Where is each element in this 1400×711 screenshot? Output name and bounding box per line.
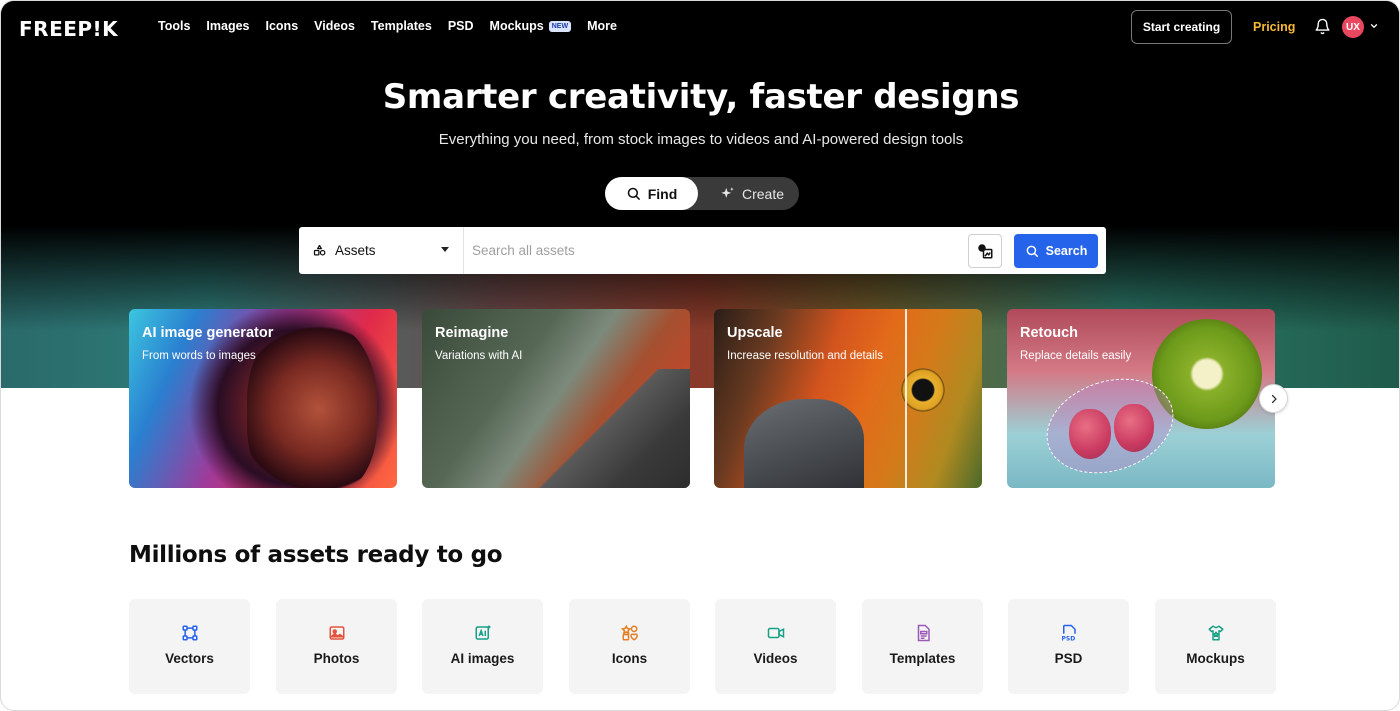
nav-links: Tools Images Icons Videos Templates PSD … bbox=[158, 19, 633, 33]
search-button-label: Search bbox=[1045, 244, 1088, 258]
hero-subtitle: Everything you need, from stock images t… bbox=[438, 131, 964, 148]
tool-card-upscale[interactable]: Upscale Increase resolution and details bbox=[714, 309, 982, 488]
nav-link-tools[interactable]: Tools bbox=[158, 19, 190, 33]
sparkle-icon bbox=[721, 187, 734, 198]
find-tab[interactable]: Find bbox=[605, 177, 698, 210]
top-navbar: FREEP!K Tools Images Icons Videos Templa… bbox=[1, 1, 1399, 53]
create-tab-label: Create bbox=[741, 185, 785, 202]
search-icon bbox=[627, 187, 640, 200]
search-button[interactable]: Search bbox=[1014, 234, 1098, 268]
category-label: Templates bbox=[889, 651, 956, 666]
search-input[interactable] bbox=[472, 239, 952, 261]
bell-icon[interactable] bbox=[1314, 18, 1331, 35]
nav-link-mockups-label: Mockups bbox=[489, 19, 544, 33]
assets-icon bbox=[313, 244, 326, 256]
find-tab-label: Find bbox=[647, 185, 678, 202]
chevron-down-icon[interactable] bbox=[1369, 21, 1379, 31]
parrot-beak-image bbox=[744, 399, 864, 488]
category-card-photos[interactable]: Photos bbox=[276, 599, 397, 694]
svg-text:PSD: PSD bbox=[1061, 636, 1075, 643]
image-search-button[interactable] bbox=[968, 234, 1002, 268]
search-bar: Assets Search bbox=[299, 227, 1106, 274]
hero-title: Smarter creativity, faster designs bbox=[382, 77, 1020, 117]
tool-card-subtitle: From words to images bbox=[142, 350, 256, 362]
nav-link-templates[interactable]: Templates bbox=[371, 19, 432, 33]
image-search-icon bbox=[978, 244, 993, 259]
new-badge: NEW bbox=[548, 20, 572, 32]
tool-card-subtitle: Increase resolution and details bbox=[727, 350, 883, 362]
nav-link-mockups[interactable]: Mockups NEW bbox=[490, 19, 572, 33]
search-icon bbox=[1026, 245, 1038, 257]
category-label: AI images bbox=[450, 651, 515, 666]
tool-card-subtitle: Replace details easily bbox=[1020, 350, 1132, 362]
app-frame: FREEP!K Tools Images Icons Videos Templa… bbox=[0, 0, 1400, 711]
category-card-ai-images[interactable]: AI images bbox=[422, 599, 543, 694]
category-label: Mockups bbox=[1186, 651, 1245, 666]
tool-card-title: AI image generator bbox=[142, 325, 274, 341]
tool-card-subtitle: Variations with AI bbox=[435, 350, 523, 362]
tool-card-reimagine[interactable]: Reimagine Variations with AI bbox=[422, 309, 690, 488]
photo-icon bbox=[329, 626, 344, 640]
category-label: PSD bbox=[1054, 651, 1083, 666]
pricing-link[interactable]: Pricing bbox=[1253, 20, 1295, 34]
ai-image-icon bbox=[475, 625, 490, 640]
caret-down-icon bbox=[441, 247, 449, 252]
category-label: Icons bbox=[611, 651, 648, 666]
vector-nodes-icon bbox=[182, 625, 197, 641]
portrait-image bbox=[247, 319, 377, 488]
category-card-videos[interactable]: Videos bbox=[715, 599, 836, 694]
asset-type-select[interactable]: Assets bbox=[299, 227, 464, 274]
video-camera-icon bbox=[767, 627, 784, 639]
carousel-next-button[interactable] bbox=[1259, 384, 1288, 413]
chevron-right-icon bbox=[1271, 394, 1277, 403]
nav-link-videos[interactable]: Videos bbox=[314, 19, 355, 33]
psd-file-icon: PSD bbox=[1061, 624, 1076, 643]
nav-link-psd[interactable]: PSD bbox=[448, 19, 474, 33]
category-card-icons[interactable]: Icons bbox=[569, 599, 690, 694]
nav-link-icons[interactable]: Icons bbox=[266, 19, 299, 33]
tool-card-title: Upscale bbox=[727, 325, 783, 341]
tool-card-title: Retouch bbox=[1020, 325, 1078, 341]
category-label: Photos bbox=[313, 651, 360, 666]
nav-link-images[interactable]: Images bbox=[206, 19, 249, 33]
section-title: Millions of assets ready to go bbox=[129, 542, 503, 568]
category-card-vectors[interactable]: Vectors bbox=[129, 599, 250, 694]
tool-card-ai-image-generator[interactable]: AI image generator From words to images bbox=[129, 309, 397, 488]
user-avatar[interactable]: UX bbox=[1342, 16, 1364, 38]
category-card-mockups[interactable]: Mockups bbox=[1155, 599, 1276, 694]
icons-shapes-icon bbox=[620, 624, 638, 641]
category-card-templates[interactable]: Templates bbox=[862, 599, 983, 694]
find-create-toggle: Find Create bbox=[605, 177, 799, 210]
asset-type-label: Assets bbox=[335, 243, 376, 258]
freepik-logo[interactable]: FREEP!K bbox=[19, 17, 118, 41]
tool-card-retouch[interactable]: Retouch Replace details easily bbox=[1007, 309, 1275, 488]
forest-road-image bbox=[522, 369, 690, 488]
template-doc-icon bbox=[917, 624, 930, 642]
category-card-psd[interactable]: PSD PSD bbox=[1008, 599, 1129, 694]
mockup-shirt-icon bbox=[1208, 625, 1223, 641]
create-tab[interactable]: Create bbox=[705, 177, 799, 210]
start-creating-button[interactable]: Start creating bbox=[1131, 10, 1232, 44]
compare-divider[interactable] bbox=[905, 309, 907, 488]
nav-link-more[interactable]: More bbox=[587, 19, 617, 33]
tool-card-title: Reimagine bbox=[435, 325, 509, 341]
category-label: Vectors bbox=[165, 651, 214, 666]
category-label: Videos bbox=[753, 651, 798, 666]
